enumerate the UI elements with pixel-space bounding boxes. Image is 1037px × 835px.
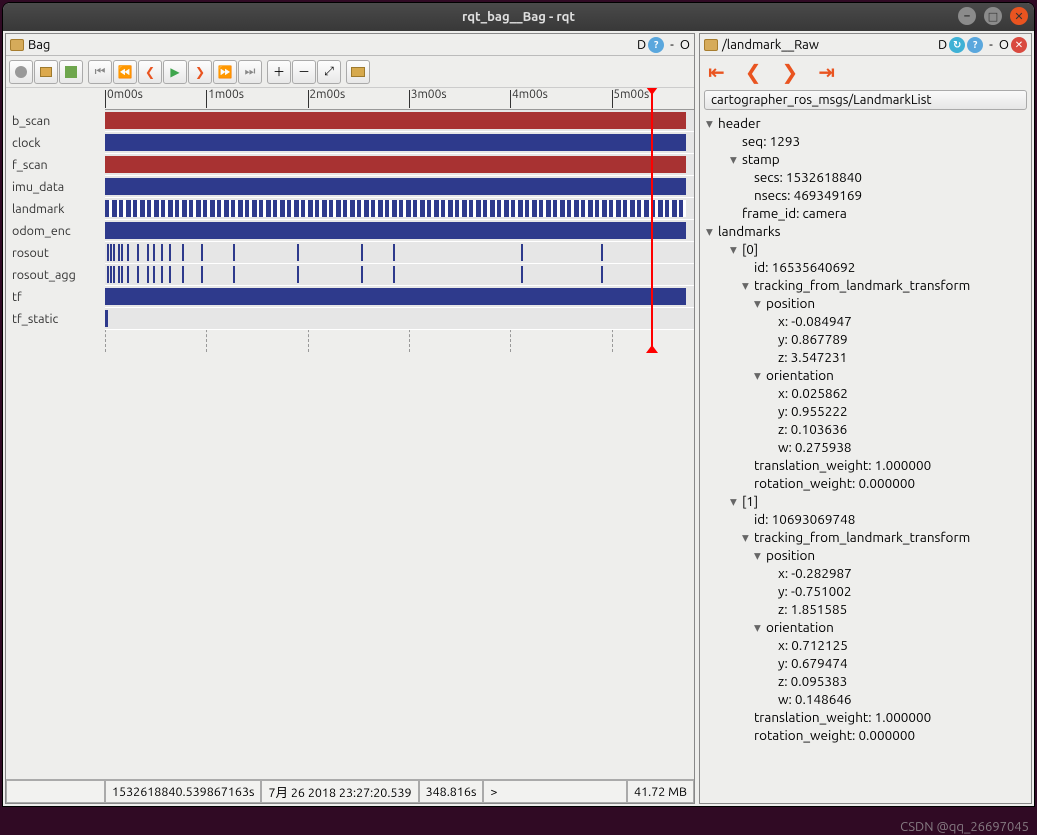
ruler-spacer [6, 88, 105, 110]
topic-label[interactable]: f_scan [6, 154, 105, 176]
skip-start-button[interactable]: ⏮ [88, 60, 112, 84]
track-b_scan[interactable] [105, 110, 694, 132]
folder-icon [10, 39, 24, 51]
hdr-d: D [938, 38, 947, 52]
track-tf[interactable] [105, 286, 694, 308]
topic-label[interactable]: tf [6, 286, 105, 308]
msg-navbar: ⇤ ❮ ❯ ⇥ [700, 56, 1031, 88]
track-rosout_agg[interactable] [105, 264, 694, 286]
prev-msg-button[interactable]: ❮ [745, 60, 762, 84]
fastfwd-button[interactable]: ⏩ [213, 60, 237, 84]
rewind-button[interactable]: ⏪ [113, 60, 137, 84]
skip-end-button[interactable]: ⏭ [238, 60, 262, 84]
topic-label[interactable]: b_scan [6, 110, 105, 132]
topic-label[interactable]: imu_data [6, 176, 105, 198]
hdr-dash: - [670, 38, 674, 52]
statusbar: 1532618840.539867163s 7月 26 2018 23:27:2… [6, 779, 694, 803]
timeline[interactable]: b_scan clock f_scan imu_data landmark od… [6, 88, 694, 434]
next-msg-button[interactable]: ❯ [782, 60, 799, 84]
play-button[interactable]: ▶ [163, 60, 187, 84]
playhead[interactable] [651, 88, 653, 352]
status-timestamp: 1532618840.539867163s [105, 780, 261, 803]
window-title: rqt_bag__Bag - rqt [462, 10, 575, 24]
watermark: CSDN @qq_26697045 [900, 820, 1029, 834]
help-icon[interactable]: ? [967, 37, 983, 53]
folder-icon [704, 39, 718, 51]
track-landmark[interactable] [105, 198, 694, 220]
topic-label[interactable]: odom_enc [6, 220, 105, 242]
track-clock[interactable] [105, 132, 694, 154]
hdr-dash: - [989, 38, 993, 52]
msg-tree[interactable]: ▾header seq: 1293 ▾stamp secs: 153261884… [700, 112, 1031, 803]
hdr-o: O [999, 38, 1009, 52]
raw-panel-title: /landmark__Raw [722, 38, 819, 52]
zoom-out-button[interactable]: － [292, 60, 316, 84]
track-tf_static[interactable] [105, 308, 694, 330]
raw-panel: /landmark__Raw D ↻ ? - O ✕ ⇤ ❮ ❯ ⇥ carto… [699, 33, 1032, 804]
maximize-button[interactable]: □ [984, 7, 1002, 25]
close-button[interactable]: ✕ [1010, 7, 1028, 25]
hdr-o: O [680, 38, 690, 52]
toolbar: ⏮ ⏪ ❮ ▶ ❯ ⏩ ⏭ ＋ － ⤢ [6, 56, 694, 88]
status-gt: > [483, 780, 627, 803]
help-icon[interactable]: ? [648, 37, 664, 53]
msg-type: cartographer_ros_msgs/LandmarkList [704, 90, 1027, 110]
record-button[interactable] [9, 60, 33, 84]
save-button[interactable] [59, 60, 83, 84]
topic-label[interactable]: rosout_agg [6, 264, 105, 286]
titlebar: rqt_bag__Bag - rqt – □ ✕ [3, 3, 1034, 31]
minimize-button[interactable]: – [958, 7, 976, 25]
status-duration: 348.816s [419, 780, 484, 803]
track-odom_enc[interactable] [105, 220, 694, 242]
zoom-fit-button[interactable]: ⤢ [317, 60, 341, 84]
bag-panel: Bag D ? - O ⏮ ⏪ ❮ ▶ ❯ ⏩ ⏭ ＋ － [5, 33, 695, 804]
track-f_scan[interactable] [105, 154, 694, 176]
status-blank [6, 780, 105, 803]
topic-label[interactable]: rosout [6, 242, 105, 264]
status-date: 7月 26 2018 23:27:20.539 [261, 780, 418, 803]
topic-label[interactable]: tf_static [6, 308, 105, 330]
status-size: 41.72 MB [627, 780, 694, 803]
last-msg-button[interactable]: ⇥ [818, 60, 835, 84]
topic-label[interactable]: landmark [6, 198, 105, 220]
track-imu_data[interactable] [105, 176, 694, 198]
topic-label[interactable]: clock [6, 132, 105, 154]
thumbnail-button[interactable] [346, 60, 370, 84]
close-panel-icon[interactable]: ✕ [1011, 37, 1027, 53]
bag-panel-title: Bag [28, 38, 50, 52]
step-back-button[interactable]: ❮ [138, 60, 162, 84]
first-msg-button[interactable]: ⇤ [708, 60, 725, 84]
step-fwd-button[interactable]: ❯ [188, 60, 212, 84]
zoom-in-button[interactable]: ＋ [267, 60, 291, 84]
reload-icon[interactable]: ↻ [949, 37, 965, 53]
open-button[interactable] [34, 60, 58, 84]
hdr-d: D [637, 38, 646, 52]
track-rosout[interactable] [105, 242, 694, 264]
time-ruler: 0m00s 1m00s 2m00s 3m00s 4m00s 5m00s [105, 88, 694, 110]
